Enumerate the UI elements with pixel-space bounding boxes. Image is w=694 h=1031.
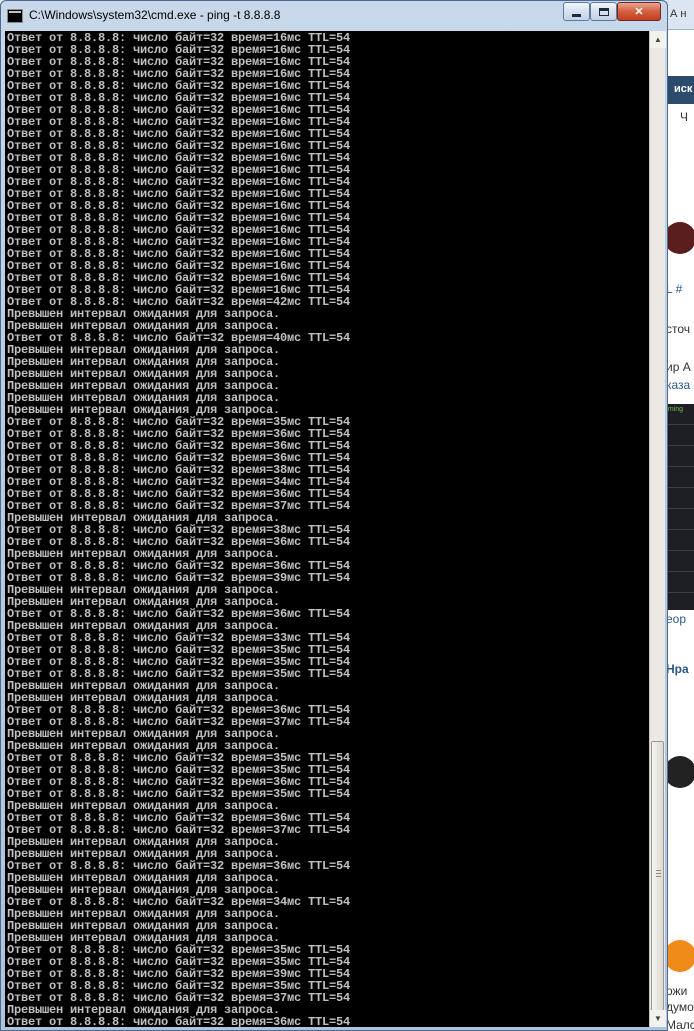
page-snippet[interactable]: Нра bbox=[666, 662, 689, 676]
avatar[interactable] bbox=[664, 940, 694, 972]
browser-header-text: иск bbox=[674, 83, 693, 95]
page-snippet: Ч bbox=[680, 110, 688, 124]
page-snippet[interactable]: L # bbox=[666, 282, 682, 296]
console-line: Ответ от 8.8.8.8: число байт=32 время=36… bbox=[7, 1015, 351, 1027]
window-title: C:\Windows\system32\cmd.exe - ping -t 8.… bbox=[29, 8, 281, 22]
scroll-down-button[interactable]: ▼ bbox=[650, 1010, 666, 1027]
page-snippet[interactable]: еор bbox=[666, 612, 686, 626]
console-text: Ответ от 8.8.8.8: число байт=32 время=16… bbox=[7, 32, 350, 1027]
avatar[interactable] bbox=[664, 756, 694, 788]
minimize-button[interactable] bbox=[563, 2, 590, 21]
close-button[interactable]: ✕ bbox=[617, 2, 661, 21]
maximize-icon bbox=[598, 7, 609, 16]
page-snippet: ир А bbox=[666, 360, 691, 374]
page-snippet: сточ bbox=[666, 322, 691, 336]
page-snippet: думо bbox=[666, 1000, 694, 1014]
maximize-button[interactable] bbox=[590, 2, 617, 21]
browser-tab-label[interactable]: А н bbox=[670, 8, 686, 20]
console-window[interactable]: C:\Windows\system32\cmd.exe - ping -t 8.… bbox=[0, 0, 668, 1031]
title-bar[interactable]: C:\Windows\system32\cmd.exe - ping -t 8.… bbox=[1, 1, 667, 31]
minimize-icon bbox=[572, 13, 581, 17]
vertical-scrollbar[interactable]: ▲ ▼ bbox=[649, 31, 666, 1027]
cmd-icon[interactable] bbox=[7, 9, 23, 23]
page-snippet[interactable]: каза bbox=[666, 378, 690, 392]
scrollbar-grip-icon bbox=[656, 870, 661, 878]
scroll-up-button[interactable]: ▲ bbox=[650, 31, 666, 48]
avatar[interactable] bbox=[664, 222, 694, 254]
scrollbar-thumb[interactable] bbox=[651, 741, 664, 1011]
console-output[interactable]: Ответ от 8.8.8.8: число байт=32 время=16… bbox=[5, 31, 649, 1027]
page-snippet: ожи bbox=[666, 984, 688, 998]
close-icon: ✕ bbox=[634, 6, 644, 18]
page-snippet: Малсе bbox=[666, 1018, 694, 1031]
